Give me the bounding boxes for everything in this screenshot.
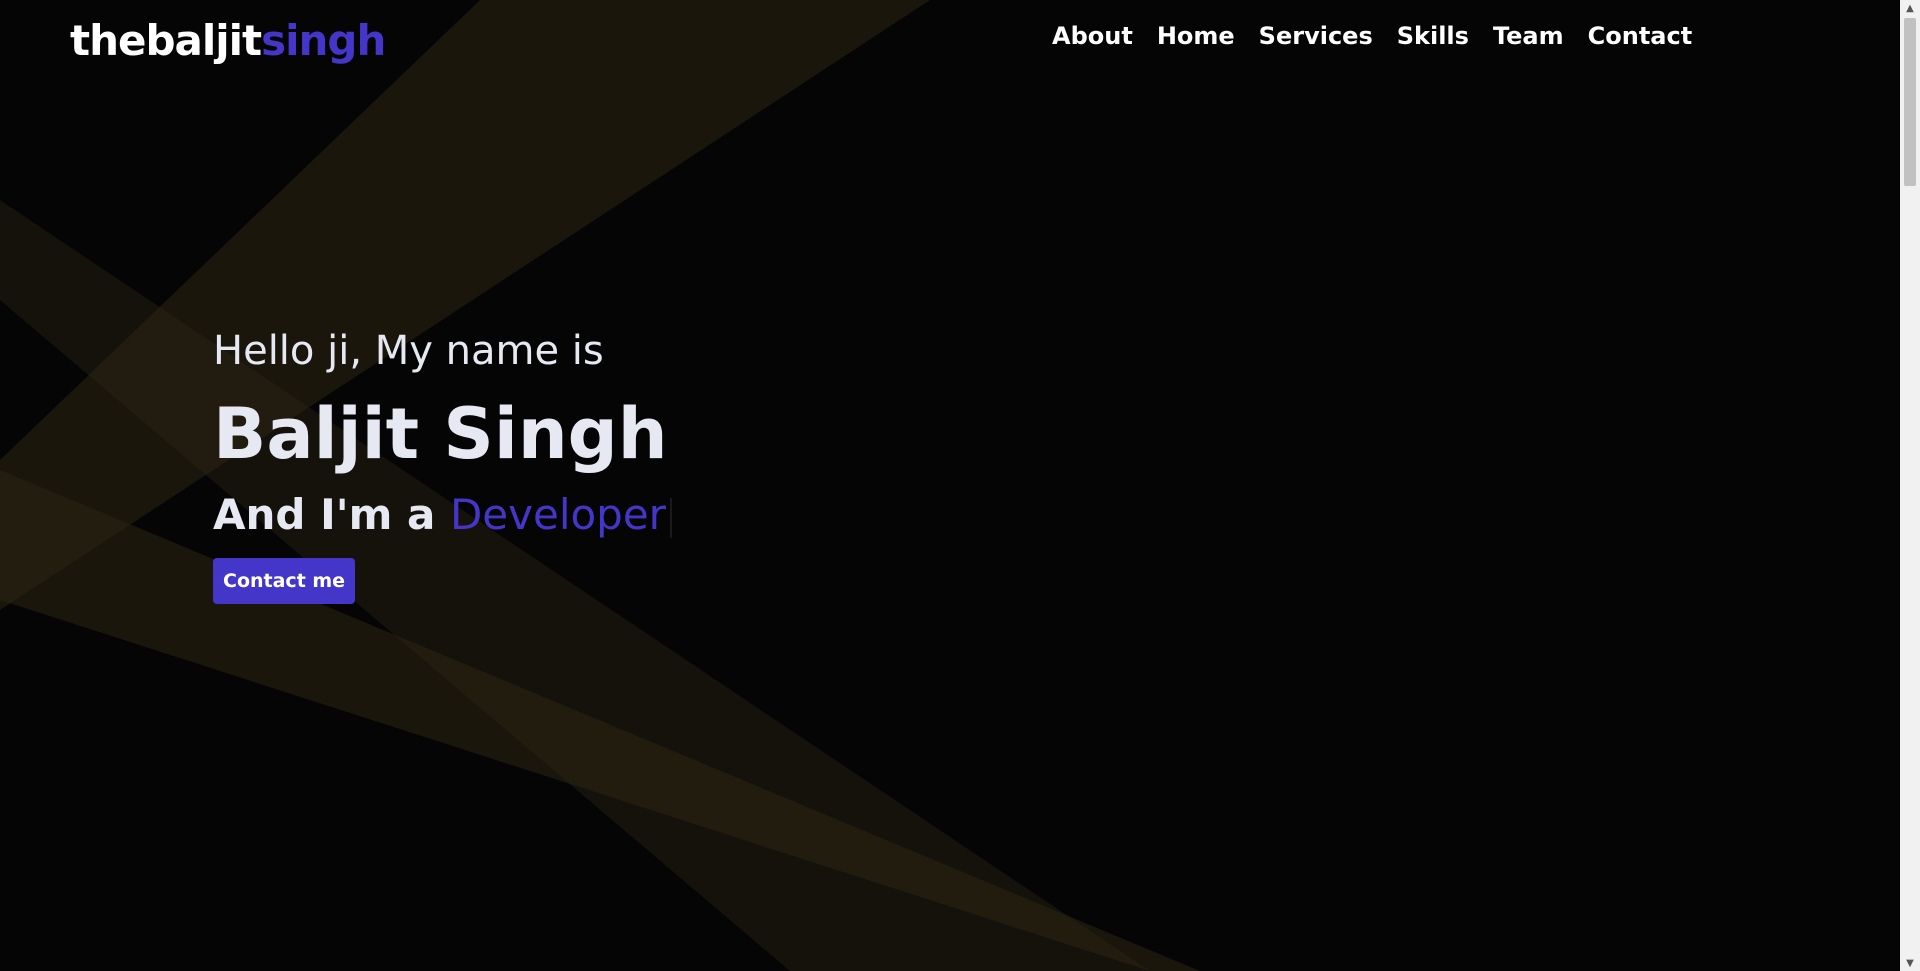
role-prefix: And I'm a <box>213 490 436 539</box>
hero-role: And I'm a Developer <box>213 484 672 546</box>
contact-me-button[interactable]: Contact me <box>213 558 356 604</box>
scroll-up-arrow-icon[interactable]: ▲ <box>1900 0 1920 16</box>
logo-main: thebaljit <box>70 16 262 65</box>
scrollbar[interactable]: ▲ ▼ <box>1900 0 1920 971</box>
scroll-down-arrow-icon[interactable]: ▼ <box>1900 955 1920 971</box>
nav-link-home[interactable]: Home <box>1157 22 1235 50</box>
hero-greeting: Hello ji, My name is <box>213 328 604 374</box>
scrollbar-thumb[interactable] <box>1904 18 1916 186</box>
typing-cursor <box>669 497 672 538</box>
logo[interactable]: thebaljitsingh <box>70 16 386 65</box>
logo-accent: singh <box>261 16 386 65</box>
nav-link-team[interactable]: Team <box>1493 22 1564 50</box>
nav-link-contact[interactable]: Contact <box>1588 22 1693 50</box>
navbar: thebaljitsingh About Home Services Skill… <box>0 0 1900 90</box>
nav-links: About Home Services Skills Team Contact <box>1052 22 1692 50</box>
role-word: Developer <box>449 490 666 539</box>
hero-name: Baljit Singh <box>213 393 668 475</box>
hero-section: Hello ji, My name is Baljit Singh And I'… <box>213 318 672 604</box>
nav-link-skills[interactable]: Skills <box>1397 22 1469 50</box>
page: thebaljitsingh About Home Services Skill… <box>0 0 1920 971</box>
nav-link-about[interactable]: About <box>1052 22 1133 50</box>
nav-link-services[interactable]: Services <box>1259 22 1373 50</box>
